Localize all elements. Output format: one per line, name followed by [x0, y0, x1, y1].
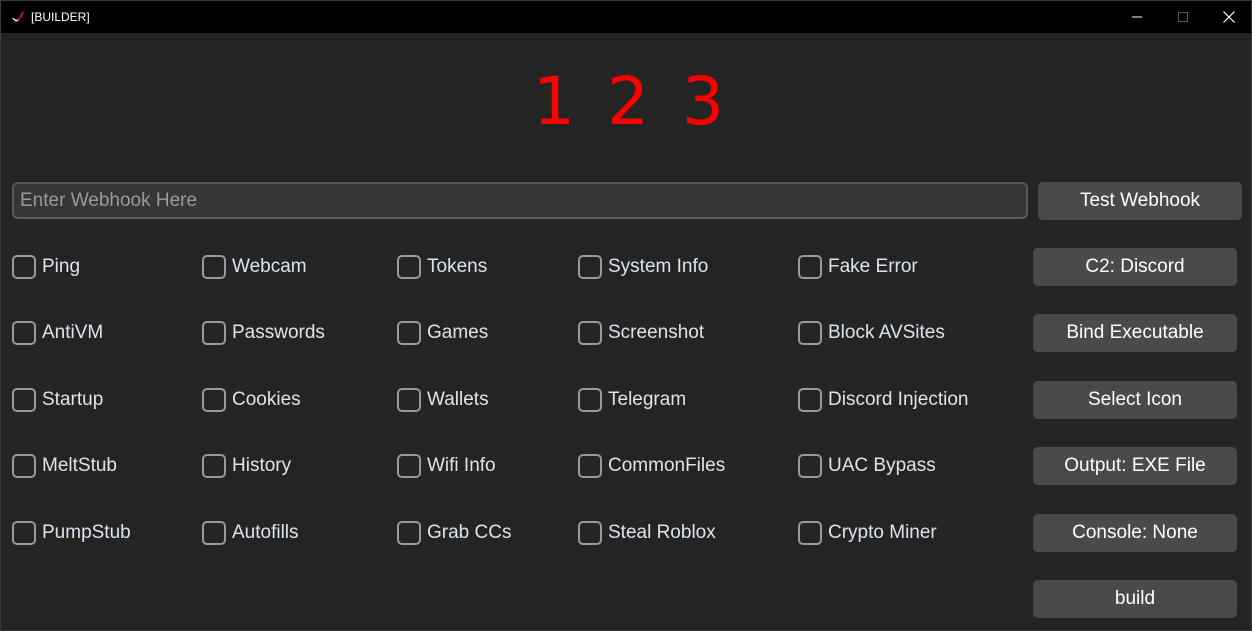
checkbox[interactable]	[798, 388, 822, 412]
option-uac-bypass[interactable]: UAC Bypass	[798, 453, 936, 479]
console-button[interactable]: Console: None	[1033, 514, 1237, 552]
webhook-input[interactable]	[12, 182, 1028, 219]
checkbox-label: CommonFiles	[608, 455, 726, 476]
checkbox[interactable]	[397, 321, 421, 345]
option-antivm[interactable]: AntiVM	[12, 320, 103, 346]
checkbox[interactable]	[578, 454, 602, 478]
checkbox[interactable]	[397, 521, 421, 545]
option-telegram[interactable]: Telegram	[578, 387, 686, 413]
window-title: [BUILDER]	[31, 10, 90, 24]
checkbox-label: Wallets	[427, 389, 489, 410]
checkbox-label: Webcam	[232, 256, 307, 277]
option-crypto-miner[interactable]: Crypto Miner	[798, 520, 937, 546]
option-tokens[interactable]: Tokens	[397, 254, 487, 280]
option-grab-ccs[interactable]: Grab CCs	[397, 520, 511, 546]
checkbox-label: Crypto Miner	[828, 522, 937, 543]
build-button[interactable]: build	[1033, 580, 1237, 618]
select-icon-button[interactable]: Select Icon	[1033, 381, 1237, 419]
checkbox[interactable]	[12, 521, 36, 545]
step-number-3: 3	[682, 63, 724, 140]
option-history[interactable]: History	[202, 453, 291, 479]
option-discord-injection[interactable]: Discord Injection	[798, 387, 968, 413]
option-wifi-info[interactable]: Wifi Info	[397, 453, 496, 479]
builder-window: [BUILDER] 1 2 3 Test Webhook C2: Discord…	[0, 0, 1252, 631]
checkbox[interactable]	[202, 521, 226, 545]
option-autofills[interactable]: Autofills	[202, 520, 299, 546]
step-number-1: 1	[533, 63, 575, 140]
option-steal-roblox[interactable]: Steal Roblox	[578, 520, 716, 546]
checkbox[interactable]	[798, 255, 822, 279]
maximize-button[interactable]	[1160, 1, 1206, 33]
option-screenshot[interactable]: Screenshot	[578, 320, 704, 346]
checkbox-label: UAC Bypass	[828, 455, 936, 476]
option-cookies[interactable]: Cookies	[202, 387, 301, 413]
minimize-icon	[1132, 16, 1142, 18]
minimize-button[interactable]	[1114, 1, 1160, 33]
checkbox[interactable]	[202, 454, 226, 478]
checkbox[interactable]	[798, 454, 822, 478]
checkbox-label: Autofills	[232, 522, 299, 543]
checkbox[interactable]	[12, 454, 36, 478]
option-pumpstub[interactable]: PumpStub	[12, 520, 131, 546]
checkbox[interactable]	[798, 521, 822, 545]
checkbox-label: Grab CCs	[427, 522, 512, 543]
checkbox-label: Startup	[42, 389, 104, 410]
option-startup[interactable]: Startup	[12, 387, 103, 413]
app-logo-icon	[12, 11, 23, 23]
checkbox-label: Steal Roblox	[608, 522, 716, 543]
checkbox[interactable]	[12, 388, 36, 412]
option-webcam[interactable]: Webcam	[202, 254, 307, 280]
option-system-info[interactable]: System Info	[578, 254, 708, 280]
checkbox[interactable]	[397, 388, 421, 412]
checkbox-label: Discord Injection	[828, 389, 969, 410]
checkbox[interactable]	[202, 255, 226, 279]
checkbox-label: History	[232, 455, 292, 476]
checkbox-label: Telegram	[608, 389, 687, 410]
bind-executable-button[interactable]: Bind Executable	[1033, 314, 1237, 352]
checkbox-label: Cookies	[232, 389, 301, 410]
close-button[interactable]	[1206, 1, 1252, 33]
checkbox-label: System Info	[608, 256, 709, 277]
option-wallets[interactable]: Wallets	[397, 387, 489, 413]
checkbox-label: Passwords	[232, 322, 325, 343]
checkbox-label: Tokens	[427, 256, 488, 277]
checkbox-label: Ping	[42, 256, 81, 277]
checkbox-label: Wifi Info	[427, 455, 496, 476]
step-number-2: 2	[607, 63, 649, 140]
checkbox-label: Fake Error	[828, 256, 918, 277]
close-icon	[1223, 11, 1235, 23]
checkbox[interactable]	[578, 521, 602, 545]
maximize-icon	[1178, 12, 1188, 22]
option-passwords[interactable]: Passwords	[202, 320, 325, 346]
checkbox[interactable]	[578, 388, 602, 412]
checkbox[interactable]	[578, 255, 602, 279]
checkbox-label: AntiVM	[42, 322, 104, 343]
checkbox[interactable]	[578, 321, 602, 345]
test-webhook-button[interactable]: Test Webhook	[1038, 182, 1242, 220]
checkbox-label: Block AVSites	[828, 322, 945, 343]
checkbox[interactable]	[397, 255, 421, 279]
checkbox[interactable]	[12, 255, 36, 279]
c2-button[interactable]: C2: Discord	[1033, 248, 1237, 286]
title-bar[interactable]: [BUILDER]	[1, 1, 1251, 33]
checkbox-label: MeltStub	[42, 455, 117, 476]
output-button[interactable]: Output: EXE File	[1033, 447, 1237, 485]
option-games[interactable]: Games	[397, 320, 488, 346]
option-ping[interactable]: Ping	[12, 254, 80, 280]
checkbox[interactable]	[202, 388, 226, 412]
checkbox-label: Screenshot	[608, 322, 705, 343]
checkbox-label: Games	[427, 322, 489, 343]
option-meltstub[interactable]: MeltStub	[12, 453, 117, 479]
checkbox[interactable]	[397, 454, 421, 478]
checkbox-label: PumpStub	[42, 522, 131, 543]
checkbox[interactable]	[798, 321, 822, 345]
option-block-avsites[interactable]: Block AVSites	[798, 320, 945, 346]
checkbox[interactable]	[202, 321, 226, 345]
option-fake-error[interactable]: Fake Error	[798, 254, 918, 280]
option-commonfiles[interactable]: CommonFiles	[578, 453, 725, 479]
checkbox[interactable]	[12, 321, 36, 345]
